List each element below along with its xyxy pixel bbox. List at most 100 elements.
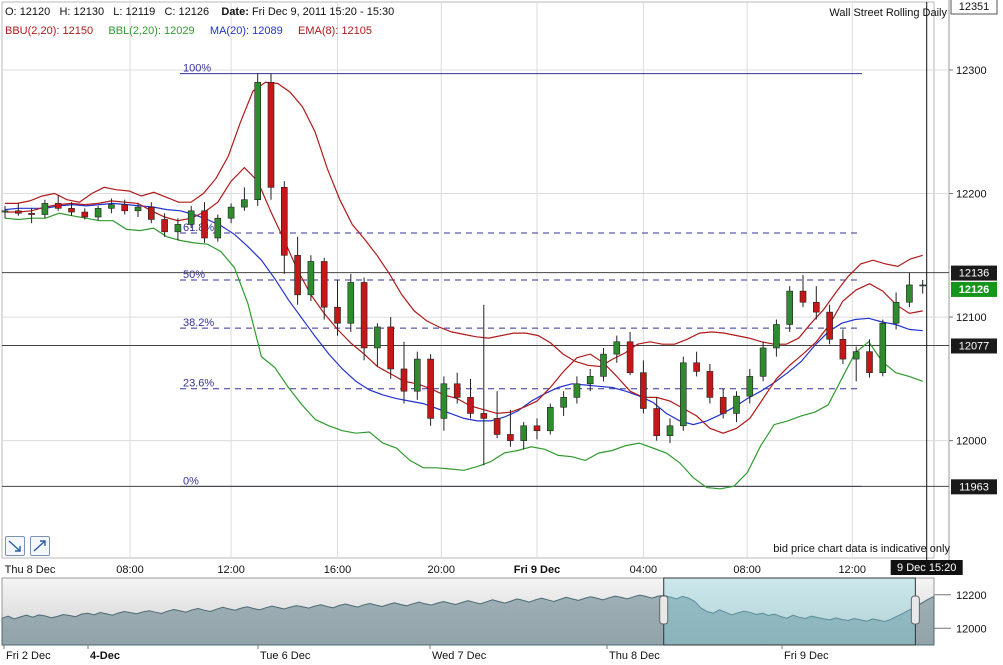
candle-body <box>162 219 168 231</box>
candle-body <box>268 82 274 187</box>
x-tick-label: 16:00 <box>324 564 352 576</box>
candle-body <box>867 352 873 373</box>
candle-body <box>228 207 234 218</box>
y-tick-label: 12100 <box>956 312 987 324</box>
candle-body <box>281 187 287 255</box>
candle-body <box>308 261 314 294</box>
candle-body <box>574 384 580 398</box>
candle-body <box>827 312 833 339</box>
candle-body <box>135 207 141 211</box>
high-value: 12130 <box>74 6 105 18</box>
navigator-handle <box>660 596 668 624</box>
price-tag-label: 11963 <box>959 481 989 493</box>
candle-body <box>920 285 926 286</box>
candle-body <box>853 352 859 359</box>
fib-level-label: 38.2% <box>183 317 214 329</box>
candle <box>308 255 314 301</box>
open-label: O: <box>5 6 17 18</box>
y-tick-label: 12200 <box>956 189 987 201</box>
candle-body <box>454 384 460 398</box>
candle <box>348 274 354 332</box>
candle-body <box>601 354 607 376</box>
date-label: Date: <box>221 6 249 18</box>
candle-body <box>188 211 194 225</box>
candle-body <box>255 82 261 199</box>
candle-body <box>108 205 114 209</box>
candle-body <box>494 418 500 434</box>
price-tag-label: 12077 <box>959 340 990 352</box>
candle <box>268 74 274 200</box>
candle <box>547 404 553 435</box>
ohlc-readout: O: 12120 H: 12130 L: 12119 C: 12126 Date… <box>5 6 394 18</box>
instrument-title: Wall Street Rolling Daily <box>829 7 947 19</box>
indicator-readout: BBU(2,20): 12150 BBL(2,20): 12029 MA(20)… <box>5 25 372 37</box>
navigator-x-label: Tue 6 Dec <box>260 650 311 662</box>
candle-body <box>840 339 846 359</box>
bbu-label: BBU(2,20): <box>5 25 59 37</box>
bbl-label: BBL(2,20): <box>108 25 161 37</box>
navigator-x-label: Fri 2 Dec <box>6 650 51 662</box>
candle-body <box>374 327 380 348</box>
navigator-y-label: 12000 <box>956 623 987 635</box>
candle-body <box>321 261 327 307</box>
candle-body <box>335 307 341 323</box>
candle-body <box>906 285 912 302</box>
candle-body <box>401 369 407 391</box>
price-tag-label: 12126 <box>959 284 990 296</box>
close-label: C: <box>164 6 175 18</box>
candle-body <box>441 384 447 419</box>
candle-body <box>69 208 75 212</box>
candle-body <box>468 397 474 413</box>
bbl-value: 12029 <box>164 25 195 37</box>
candle-body <box>42 203 48 214</box>
x-tick-label: Thu 8 Dec <box>5 564 56 576</box>
candle-body <box>720 397 726 413</box>
candle-body <box>428 359 434 418</box>
price-chart[interactable]: Thu 8 Dec08:0012:0016:0020:00Fri 9 Dec04… <box>0 0 1003 665</box>
candle-body <box>787 291 793 324</box>
candle-body <box>414 359 420 391</box>
x-tick-label: 08:00 <box>116 564 144 576</box>
candle-body <box>2 211 8 212</box>
trading-chart-window: Thu 8 Dec08:0012:0016:0020:00Fri 9 Dec04… <box>0 0 1003 665</box>
candle-body <box>215 218 221 238</box>
low-label: L: <box>113 6 122 18</box>
candle-body <box>547 407 553 430</box>
close-value: 12126 <box>179 6 210 18</box>
candle-body <box>534 426 540 431</box>
candle-body <box>388 327 394 369</box>
bbu-value: 12150 <box>62 25 93 37</box>
trendline-up-tool-button[interactable] <box>30 536 50 556</box>
price-tag-label: 12136 <box>959 268 990 280</box>
candle <box>880 320 886 377</box>
bbu-legend: BBU(2,20): 12150 <box>5 25 96 37</box>
candle-body <box>654 408 660 435</box>
candle <box>760 342 766 382</box>
candle-body <box>694 363 700 372</box>
candle-body <box>680 363 686 426</box>
candle-body <box>614 342 620 354</box>
candle-body <box>348 282 354 323</box>
trendline-down-tool-button[interactable] <box>5 536 25 556</box>
candle-body <box>202 211 208 238</box>
ema-value: 12105 <box>341 25 372 37</box>
date-value: Fri Dec 9, 2011 15:20 - 15:30 <box>252 6 394 18</box>
ema-label: EMA(8): <box>298 25 338 37</box>
navigator-handle <box>911 596 919 624</box>
navigator-x-label: 4-Dec <box>90 650 120 662</box>
candle-body <box>481 413 487 418</box>
y-tick-label: 12300 <box>956 65 987 77</box>
bbl-legend: BBL(2,20): 12029 <box>108 25 197 37</box>
fib-level-label: 100% <box>183 63 211 75</box>
candle-body <box>747 376 753 396</box>
x-tick-label: Fri 9 Dec <box>514 564 560 576</box>
y-tick-label: 12000 <box>956 436 987 448</box>
price-tag-label: 12351 <box>959 1 990 13</box>
fib-level-label: 0% <box>183 475 199 487</box>
x-tick-label: 12:00 <box>838 564 866 576</box>
candle-body <box>95 208 101 217</box>
crosshair-time-label: 9 Dec 15:20 <box>897 562 956 574</box>
candle-body <box>627 342 633 373</box>
candle-body <box>893 302 899 323</box>
candle-body <box>361 282 367 347</box>
